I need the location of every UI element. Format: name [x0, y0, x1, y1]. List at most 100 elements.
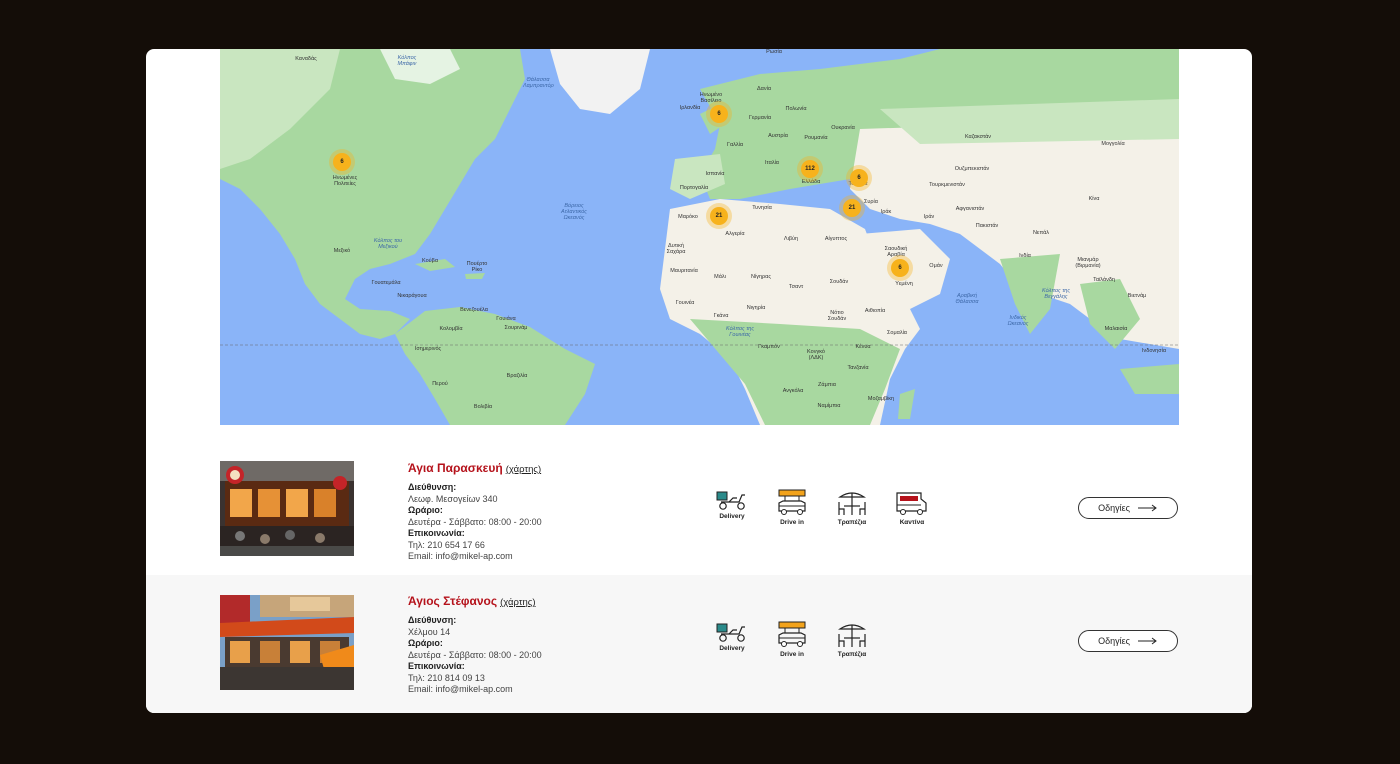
map-label: Τουρκμενιστάν: [929, 182, 965, 188]
map-label: Κολομβία: [439, 326, 463, 332]
store-photo: [220, 461, 354, 556]
map-label: Τσαντ: [788, 284, 804, 290]
map-label: Βενεζουέλα: [460, 307, 488, 313]
store-name: Άγια Παρασκευή: [408, 461, 503, 475]
map-cluster-marker[interactable]: 21: [843, 199, 861, 217]
map-label: Μοζαμβίκη: [867, 396, 895, 402]
map-label: Ινδικός Ωκεανός: [1007, 315, 1029, 327]
service-label: Τραπέζια: [837, 651, 867, 658]
services-list: Delivery Drive in: [702, 489, 942, 526]
hours-label: Ωράριο:: [408, 505, 443, 515]
store-name: Άγιος Στέφανος: [408, 594, 498, 608]
map-label: Ταϊλάνδη: [1093, 277, 1115, 283]
map-label: Θάλασσα Λαμπραντόρ: [523, 77, 554, 89]
map-label: Ιράκ: [880, 209, 892, 215]
map-label: Κόλπος της Γουινέας: [725, 326, 755, 338]
map-cluster-marker[interactable]: 6: [710, 105, 728, 123]
map-label: Αραβική Θάλασσα: [955, 293, 979, 305]
map-label: Σουδάν: [829, 279, 849, 285]
address-label: Διεύθυνση:: [408, 615, 457, 625]
map-label: Ισημερινός: [414, 346, 442, 352]
map-label: Ιταλία: [765, 160, 779, 166]
map-label: Μαλαισία: [1104, 326, 1128, 332]
map-label: Τανζανία: [847, 365, 869, 371]
map-label: Κένυα: [855, 344, 871, 350]
map-label: Αφγανιστάν: [955, 206, 985, 212]
map-label: Κόλπος του Μεξικού: [373, 238, 403, 250]
drive-in-icon: [778, 621, 806, 647]
address-value: Χέλμου 14: [408, 626, 451, 637]
directions-label: Οδηγίες: [1098, 636, 1130, 646]
hours-value: Δευτέρα - Σάββατο: 08:00 - 20:00: [408, 649, 542, 660]
map-label: Αυστρία: [768, 133, 788, 139]
service-tables: Τραπέζια: [822, 621, 882, 658]
store-info: Άγια Παρασκευή (χάρτης) Διεύθυνση: Λεωφ. …: [408, 459, 542, 563]
hours-value: Δευτέρα - Σάββατο: 08:00 - 20:00: [408, 516, 542, 527]
map-link[interactable]: (χάρτης): [500, 597, 535, 608]
drive-in-icon: [778, 489, 806, 515]
map-label: Πακιστάν: [975, 223, 999, 229]
map-label: Συρία: [864, 199, 878, 205]
map-label: Κονγκό (ΛΔΚ): [807, 349, 825, 361]
map-label: Μιανμάρ (Βιρμανία): [1075, 257, 1101, 269]
map-label: Νεπάλ: [1032, 230, 1050, 236]
map-cluster-marker[interactable]: 21: [710, 207, 728, 225]
delivery-icon: [716, 623, 745, 642]
map-cluster-marker[interactable]: 6: [850, 169, 868, 187]
map-label: Δανία: [756, 86, 772, 92]
directions-button[interactable]: Οδηγίες: [1078, 497, 1178, 519]
map-label: Νιγηρία: [746, 305, 766, 311]
service-label: Delivery: [719, 645, 745, 652]
map-label: Γουινέα: [675, 300, 695, 306]
map-link[interactable]: (χάρτης): [506, 464, 541, 475]
map-label: Ινδονησία: [1141, 348, 1167, 354]
map-label: Κίνα: [1088, 196, 1100, 202]
map-cluster-marker[interactable]: 112: [801, 160, 819, 178]
map-label: Νίγηρας: [751, 274, 771, 280]
map-label: Αίγυπτος: [824, 236, 848, 242]
map-label: Υεμένη: [895, 281, 913, 287]
service-drive-in: Drive in: [762, 621, 822, 658]
service-label: Drive in: [780, 519, 804, 526]
store-map[interactable]: Καναδάς Ηνωμένες Πολιτείες Μεξικό Κούβα …: [220, 49, 1179, 425]
hours-label: Ωράριο:: [408, 638, 443, 648]
map-label: Ελλάδα: [801, 179, 821, 185]
map-label: Ρωσία: [766, 49, 782, 55]
map-label: Κούβα: [421, 258, 439, 264]
map-label: Νικαράγουα: [397, 293, 427, 299]
service-label: Drive in: [780, 651, 804, 658]
contact-label: Επικοινωνία:: [408, 528, 465, 538]
map-label: Βιετνάμ: [1127, 293, 1147, 299]
map-label: Κόλπος Μπάφιν: [397, 55, 417, 67]
map-label: Σουρινάμ: [504, 325, 528, 331]
store-info: Άγιος Στέφανος (χάρτης) Διεύθυνση: Χέλμου…: [408, 592, 542, 696]
map-label: Γαλλία: [726, 142, 744, 148]
map-label: Πορτογαλία: [679, 185, 709, 191]
arrow-right-icon: [1137, 504, 1157, 512]
directions-button[interactable]: Οδηγίες: [1078, 630, 1178, 652]
map-label: Βολιβία: [473, 404, 493, 410]
email-value: Email: info@mikel-ap.com: [408, 551, 513, 561]
service-drive-in: Drive in: [762, 489, 822, 526]
map-label: Ηνωμένες Πολιτείες: [332, 175, 358, 187]
map-cluster-marker[interactable]: 6: [891, 259, 909, 277]
phone-value: Τηλ: 210 654 17 66: [408, 539, 485, 550]
map-label: Ναμίμπια: [817, 403, 841, 409]
map-label: Λιβύη: [783, 236, 799, 242]
phone-value: Τηλ: 210 814 09 13: [408, 672, 485, 683]
map-label: Αλγερία: [725, 231, 745, 237]
delivery-icon: [716, 491, 745, 510]
map-label: Καζακστάν: [964, 134, 992, 140]
service-label: Τραπέζια: [837, 519, 867, 526]
store-row: Άγιος Στέφανος (χάρτης) Διεύθυνση: Χέλμου…: [146, 575, 1252, 713]
food-truck-icon: [896, 492, 927, 515]
table-umbrella-icon: [838, 492, 866, 515]
map-label: Μογγολία: [1101, 141, 1125, 147]
map-label: Δυτική Σαχάρα: [666, 243, 686, 255]
table-umbrella-icon: [838, 624, 866, 647]
map-label: Ανγκόλα: [782, 388, 804, 394]
map-label: Κόλπος της Βεγγάλης: [1041, 288, 1071, 300]
map-label: Ουκρανία: [831, 125, 855, 131]
map-cluster-marker[interactable]: 6: [333, 153, 351, 171]
directions-label: Οδηγίες: [1098, 503, 1130, 513]
